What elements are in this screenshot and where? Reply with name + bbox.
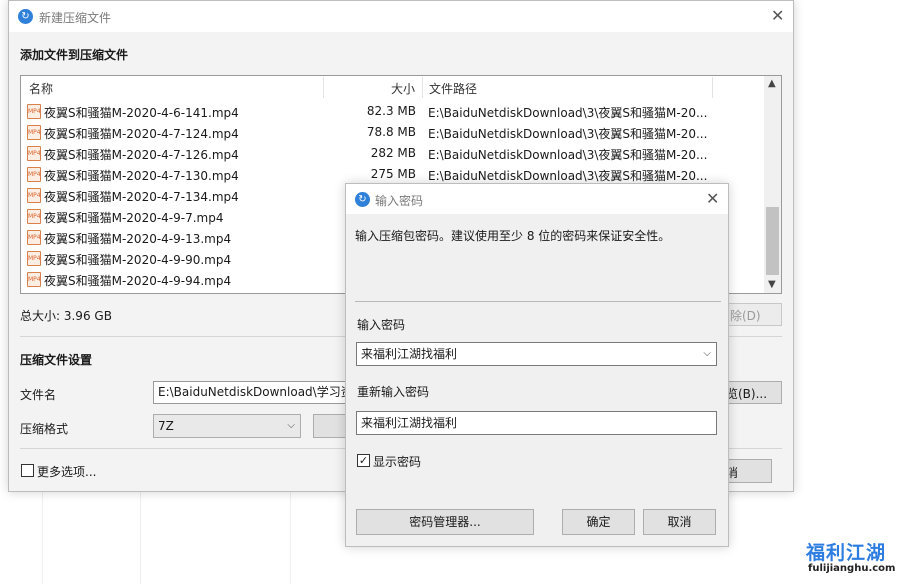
more-options-label[interactable]: 更多选项... xyxy=(37,463,96,480)
total-size-label: 总大小: 3.96 GB xyxy=(20,309,112,323)
scroll-thumb[interactable] xyxy=(766,207,779,275)
remove-button-label: 除(D) xyxy=(730,309,761,323)
file-list-scrollbar[interactable]: ▲ ▼ xyxy=(764,76,781,293)
format-value: 7Z xyxy=(158,419,174,433)
password-manager-button[interactable]: 密码管理器... xyxy=(356,509,534,535)
dialog-titlebar: ↻ 输入密码 ✕ xyxy=(346,184,728,214)
ok-button[interactable]: 确定 xyxy=(562,509,635,535)
file-row[interactable]: MP4 夜翼S和骚猫M-2020-4-7-124.mp4 78.8 MB E:\… xyxy=(21,122,763,143)
column-header-path[interactable]: 文件路径 xyxy=(429,80,477,97)
filename-label: 文件名 xyxy=(20,388,57,402)
mp4-file-icon: MP4 xyxy=(27,125,41,140)
file-row[interactable]: MP4 夜翼S和骚猫M-2020-4-7-126.mp4 282 MB E:\B… xyxy=(21,143,763,164)
file-name: 夜翼S和骚猫M-2020-4-7-126.mp4 xyxy=(44,148,239,162)
reenter-password-value: 来福利江湖找福利 xyxy=(361,416,458,430)
chevron-down-icon[interactable]: ⌵ xyxy=(703,343,711,365)
watermark-url: fulijianghu.com xyxy=(808,563,896,574)
more-options-checkbox[interactable] xyxy=(21,464,34,477)
show-password-checkbox[interactable]: ✓ xyxy=(357,454,370,467)
password-dialog: ↻ 输入密码 ✕ 输入压缩包密码。建议使用至少 8 位的密码来保证安全性。 输入… xyxy=(345,183,729,547)
dialog-divider xyxy=(355,301,721,302)
password-value: 来福利江湖找福利 xyxy=(361,347,458,361)
filename-input[interactable]: E:\BaiduNetdiskDownload\学习资 xyxy=(153,381,349,404)
column-divider[interactable] xyxy=(712,77,713,98)
background-line xyxy=(42,492,43,584)
column-header-name[interactable]: 名称 xyxy=(29,80,53,97)
ok-button-label: 确定 xyxy=(586,515,611,529)
file-name: 夜翼S和骚猫M-2020-4-7-134.mp4 xyxy=(44,190,239,204)
file-path: E:\BaiduNetdiskDownload\3\夜翼S和骚猫M-20... xyxy=(428,169,708,183)
mp4-file-icon: MP4 xyxy=(27,209,41,224)
format-options-button[interactable] xyxy=(313,414,349,438)
mp4-file-icon: MP4 xyxy=(27,230,41,245)
app-logo-icon: ↻ xyxy=(18,9,33,24)
background-line xyxy=(140,492,141,584)
file-size: 275 MB xyxy=(370,167,416,181)
watermark-brand: 福利江湖 xyxy=(806,542,887,564)
app-logo-icon: ↻ xyxy=(355,192,370,207)
mp4-file-icon: MP4 xyxy=(27,188,41,203)
file-row[interactable]: MP4 夜翼S和骚猫M-2020-4-6-141.mp4 82.3 MB E:\… xyxy=(21,101,763,122)
close-icon[interactable]: ✕ xyxy=(706,191,719,207)
chevron-down-icon: ⌵ xyxy=(287,420,295,431)
archive-settings-heading: 压缩文件设置 xyxy=(20,353,93,367)
reenter-password-label: 重新输入密码 xyxy=(357,385,430,399)
main-titlebar: ↻ 新建压缩文件 ✕ xyxy=(9,1,793,32)
column-header-size[interactable]: 大小 xyxy=(391,80,415,97)
file-name: 夜翼S和骚猫M-2020-4-6-141.mp4 xyxy=(44,106,239,120)
add-files-heading: 添加文件到压缩文件 xyxy=(20,48,129,62)
dialog-title: 输入密码 xyxy=(375,194,424,208)
file-size: 78.8 MB xyxy=(366,125,416,139)
column-divider[interactable] xyxy=(422,77,423,98)
mp4-file-icon: MP4 xyxy=(27,146,41,161)
password-input[interactable]: 来福利江湖找福利 ⌵ xyxy=(356,342,717,366)
password-manager-label: 密码管理器... xyxy=(409,515,481,529)
mp4-file-icon: MP4 xyxy=(27,251,41,266)
mp4-file-icon: MP4 xyxy=(27,104,41,119)
main-window-title: 新建压缩文件 xyxy=(39,11,112,25)
browse-button-label: 览(B)... xyxy=(726,387,768,401)
scroll-up-arrow-icon[interactable]: ▲ xyxy=(768,78,776,89)
mp4-file-icon: MP4 xyxy=(27,167,41,182)
file-row[interactable]: MP4 夜翼S和骚猫M-2020-4-7-130.mp4 275 MB E:\B… xyxy=(21,164,763,185)
file-name: 夜翼S和骚猫M-2020-4-9-94.mp4 xyxy=(44,274,232,288)
format-label: 压缩格式 xyxy=(20,422,69,436)
password-info-text: 输入压缩包密码。建议使用至少 8 位的密码来保证安全性。 xyxy=(355,229,671,243)
format-select[interactable]: 7Z ⌵ xyxy=(153,414,301,438)
background-line xyxy=(290,492,291,584)
file-size: 82.3 MB xyxy=(366,104,416,118)
file-name: 夜翼S和骚猫M-2020-4-7-124.mp4 xyxy=(44,127,239,141)
scroll-down-arrow-icon[interactable]: ▼ xyxy=(768,279,776,290)
file-name: 夜翼S和骚猫M-2020-4-9-7.mp4 xyxy=(44,211,224,225)
filename-value: E:\BaiduNetdiskDownload\学习资 xyxy=(158,385,349,399)
password-label: 输入密码 xyxy=(357,318,406,332)
file-name: 夜翼S和骚猫M-2020-4-7-130.mp4 xyxy=(44,169,239,183)
file-name: 夜翼S和骚猫M-2020-4-9-90.mp4 xyxy=(44,253,232,267)
close-icon[interactable]: ✕ xyxy=(771,8,784,24)
column-divider[interactable] xyxy=(323,77,324,98)
dialog-cancel-label: 取消 xyxy=(667,515,692,529)
file-name: 夜翼S和骚猫M-2020-4-9-13.mp4 xyxy=(44,232,232,246)
mp4-file-icon: MP4 xyxy=(27,272,41,287)
reenter-password-input[interactable]: 来福利江湖找福利 xyxy=(356,411,717,435)
file-path: E:\BaiduNetdiskDownload\3\夜翼S和骚猫M-20... xyxy=(428,127,708,141)
file-path: E:\BaiduNetdiskDownload\3\夜翼S和骚猫M-20... xyxy=(428,148,708,162)
dialog-cancel-button[interactable]: 取消 xyxy=(643,509,716,535)
file-size: 282 MB xyxy=(370,146,416,160)
file-path: E:\BaiduNetdiskDownload\3\夜翼S和骚猫M-20... xyxy=(428,106,708,120)
show-password-label[interactable]: 显示密码 xyxy=(373,453,421,470)
